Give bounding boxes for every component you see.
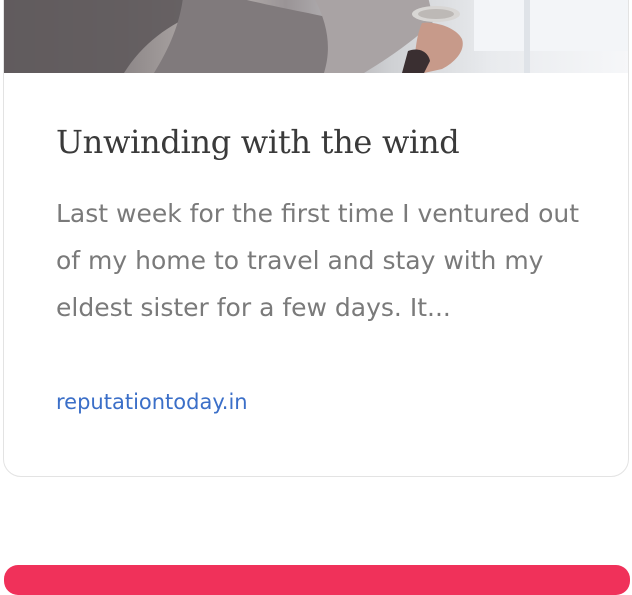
- article-thumbnail[interactable]: [4, 0, 628, 73]
- article-card[interactable]: Unwinding with the wind Last week for th…: [3, 0, 629, 477]
- next-card-top-edge[interactable]: [4, 565, 630, 595]
- article-title[interactable]: Unwinding with the wind: [56, 123, 460, 161]
- article-source-link[interactable]: reputationtoday.in: [56, 390, 248, 414]
- article-excerpt: Last week for the first time I ventured …: [56, 199, 580, 322]
